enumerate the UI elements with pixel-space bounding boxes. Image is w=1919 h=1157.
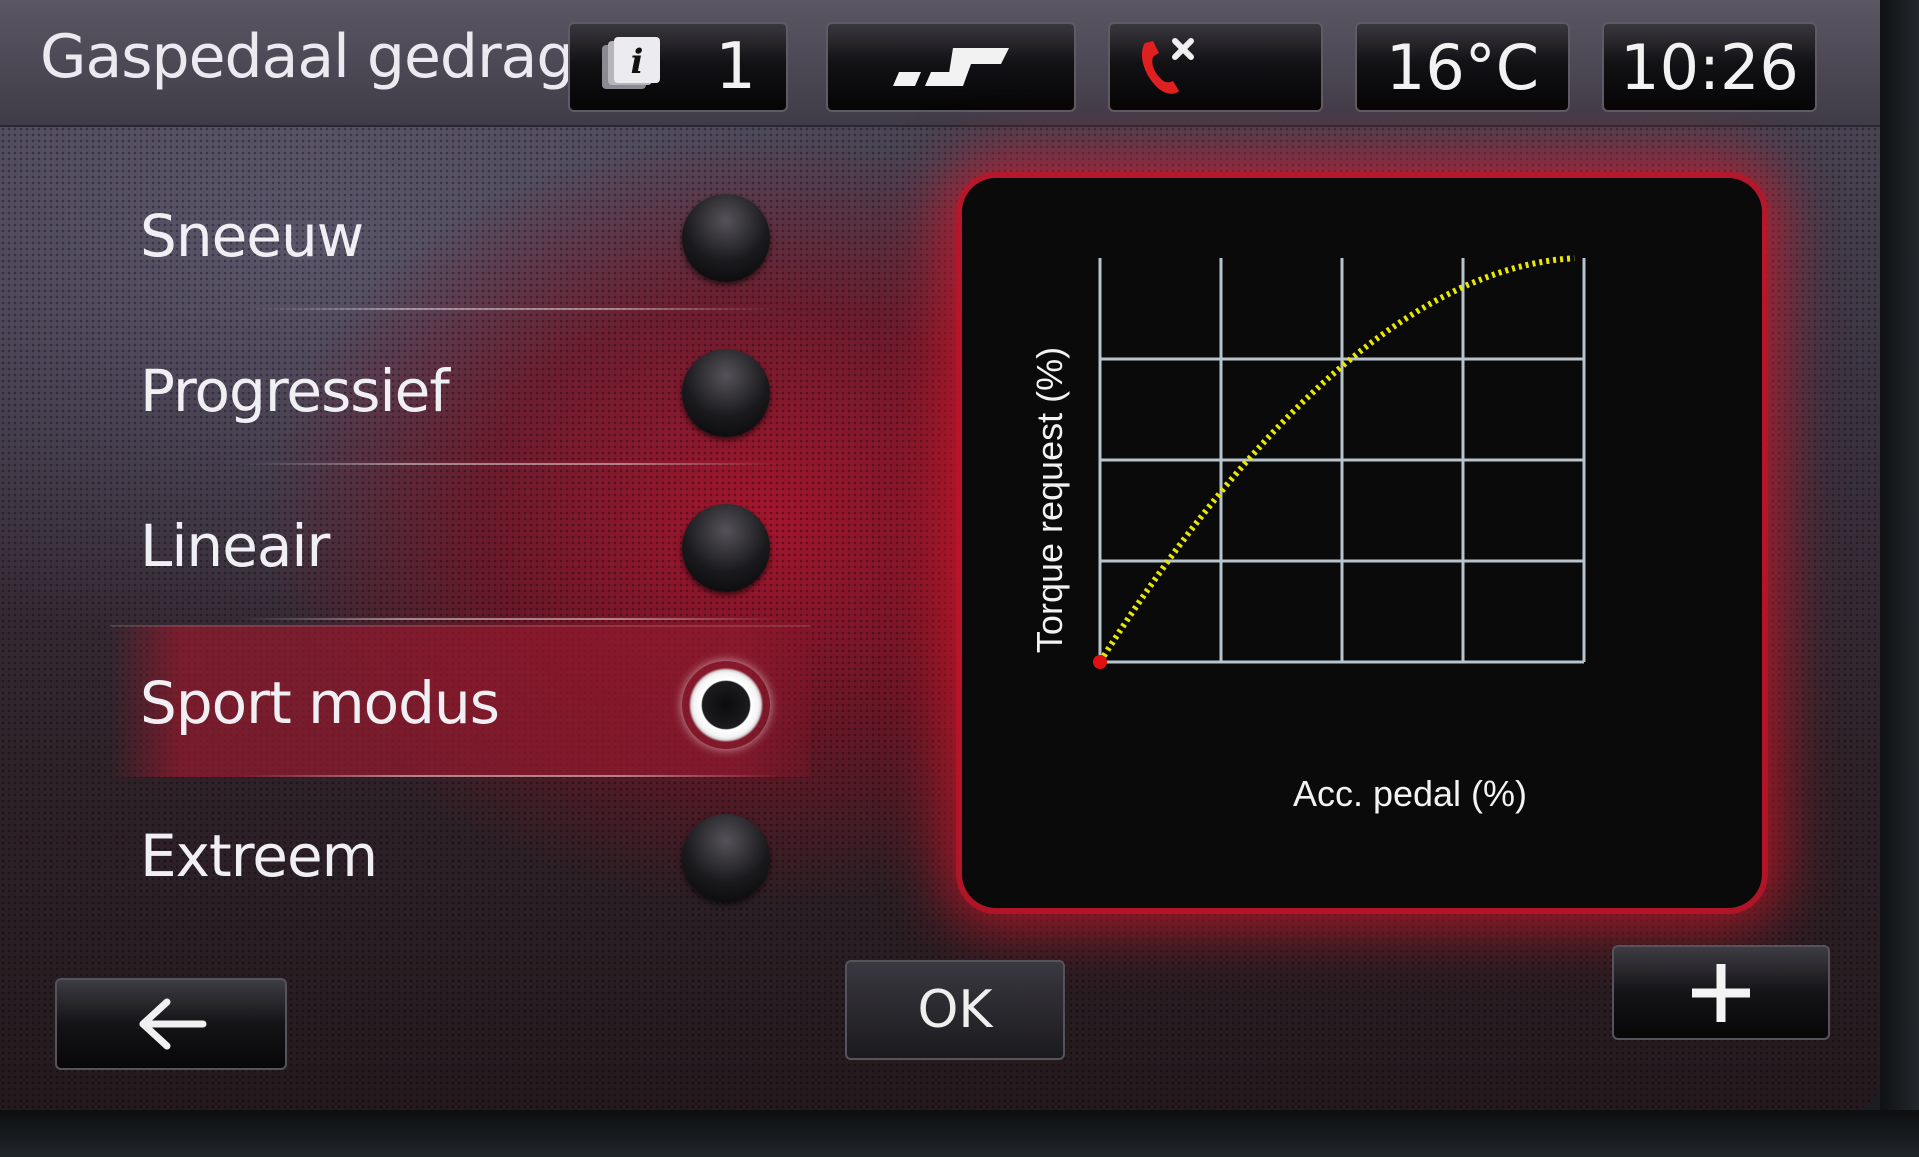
radio-button[interactable] bbox=[682, 504, 770, 592]
drive-mode-button[interactable] bbox=[826, 22, 1076, 112]
phone-missed-icon bbox=[1141, 38, 1194, 94]
option-label: Extreem bbox=[140, 822, 378, 890]
svg-text:i: i bbox=[631, 42, 644, 82]
radio-button[interactable] bbox=[682, 349, 770, 437]
screen-bezel-bottom bbox=[0, 1110, 1919, 1157]
option-row[interactable]: Lineair bbox=[110, 470, 810, 620]
screen-bezel-right bbox=[1880, 0, 1919, 1157]
option-label: Sneeuw bbox=[140, 202, 364, 270]
graph-y-label: Torque request (%) bbox=[1029, 347, 1070, 653]
option-divider bbox=[240, 618, 780, 620]
option-divider bbox=[240, 308, 780, 310]
add-button[interactable] bbox=[1612, 945, 1830, 1040]
graph-grid bbox=[1098, 258, 1586, 664]
radio-button-selected[interactable] bbox=[682, 661, 770, 749]
radio-button[interactable] bbox=[682, 814, 770, 902]
graph-panel: Acc. pedal (%) Torque request (%) bbox=[962, 178, 1762, 908]
temperature-display[interactable]: 16°C bbox=[1355, 22, 1570, 112]
rs-logo-icon bbox=[893, 48, 1009, 86]
arrow-left-icon bbox=[139, 998, 207, 1050]
info-button[interactable]: i 1 bbox=[568, 22, 788, 112]
phone-button[interactable] bbox=[1108, 22, 1323, 112]
info-count: 1 bbox=[715, 30, 756, 104]
option-divider bbox=[240, 775, 780, 777]
option-row[interactable]: Progressief bbox=[110, 315, 810, 465]
option-row[interactable]: Sneeuw bbox=[110, 160, 810, 310]
screen: Gaspedaal gedrag i 1 16°C 10:26 Sneeuw P… bbox=[0, 0, 1880, 1110]
option-label: Sport modus bbox=[140, 669, 500, 737]
clock-display[interactable]: 10:26 bbox=[1602, 22, 1817, 112]
curve-origin-marker bbox=[1093, 655, 1107, 669]
option-label: Progressief bbox=[140, 357, 450, 425]
back-button[interactable] bbox=[55, 978, 287, 1070]
status-bar: Gaspedaal gedrag i 1 16°C 10:26 bbox=[0, 0, 1880, 127]
ok-button[interactable]: OK bbox=[845, 960, 1065, 1060]
option-label: Lineair bbox=[140, 512, 330, 580]
option-row[interactable]: Extreem bbox=[110, 780, 810, 930]
torque-graph: Acc. pedal (%) Torque request (%) bbox=[1029, 255, 1586, 814]
option-row[interactable]: Sport modus bbox=[110, 625, 810, 777]
info-icon: i bbox=[602, 37, 660, 89]
plus-icon bbox=[1692, 963, 1750, 1022]
radio-button[interactable] bbox=[682, 194, 770, 282]
graph-x-label: Acc. pedal (%) bbox=[1293, 773, 1527, 814]
page-title: Gaspedaal gedrag bbox=[40, 22, 574, 92]
option-divider bbox=[240, 463, 780, 465]
